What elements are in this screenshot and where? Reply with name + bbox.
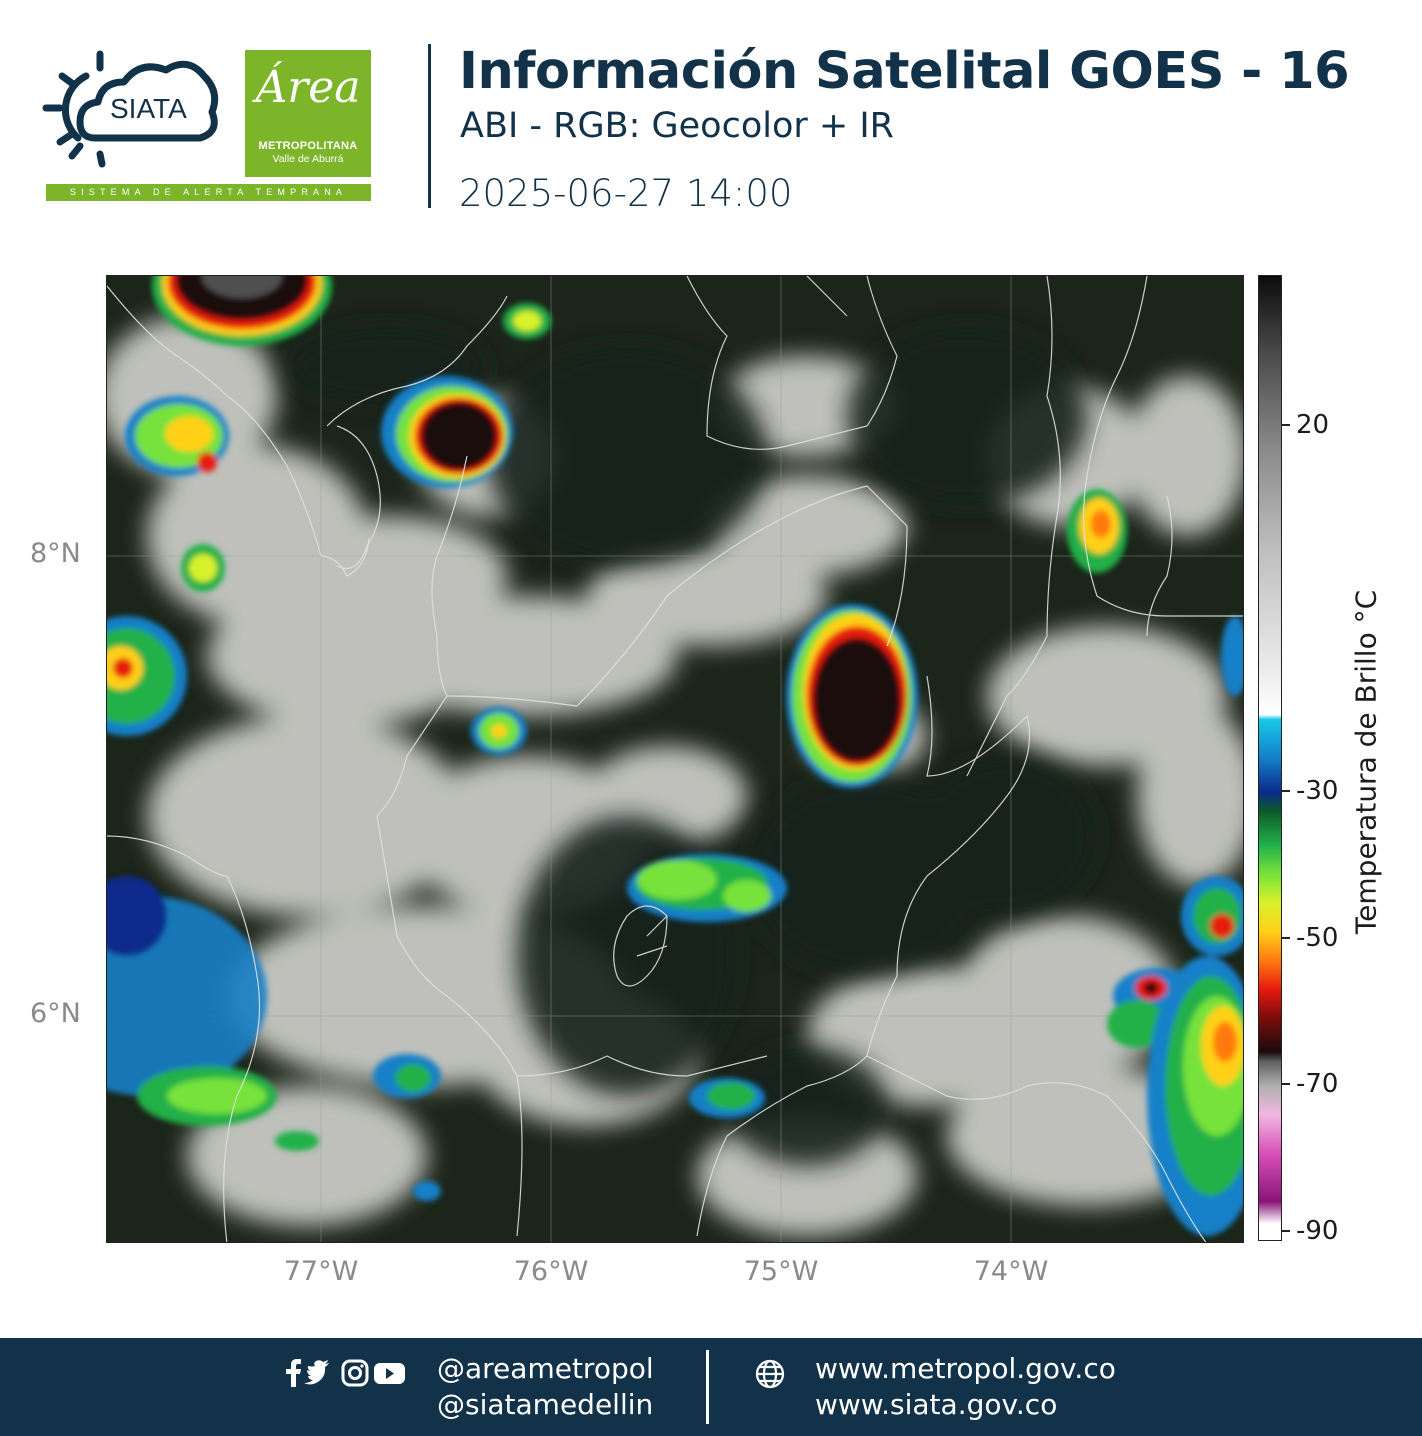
twitter-icon — [304, 1360, 329, 1385]
storm-cell-bottom-center — [689, 1078, 765, 1118]
storm-cell-middle-band — [627, 854, 787, 922]
sun-icon — [42, 50, 106, 168]
colorbar-tick-minus30 — [1282, 790, 1290, 792]
social-icons — [286, 1359, 405, 1387]
colorbar-tick-minus50 — [1282, 937, 1290, 939]
area-logo-line2: Valle de Aburrá — [272, 153, 344, 165]
colorbar-label-minus30: -30 — [1296, 776, 1339, 806]
longitude-label-75w: 75°W — [743, 1256, 819, 1287]
storm-cell-small-mid — [471, 707, 527, 755]
area-logo-line1: METROPOLITANA — [258, 140, 358, 152]
colorbar-label-minus70: -70 — [1296, 1069, 1339, 1099]
page-subtitle: ABI - RGB: Geocolor + IR — [460, 106, 894, 146]
instagram-dot — [360, 1364, 364, 1368]
colorbar-label-minus50: -50 — [1296, 923, 1339, 953]
longitude-label-74w: 74°W — [973, 1256, 1049, 1287]
temperature-colorbar — [1258, 275, 1282, 1241]
colorbar-label-20: 20 — [1296, 410, 1330, 440]
globe-icon — [755, 1359, 785, 1389]
instagram-icon — [341, 1359, 369, 1387]
footer-divider — [706, 1350, 709, 1424]
header-divider — [428, 44, 431, 208]
area-metropolitana-logo: Área METROPOLITANA Valle de Aburrá — [245, 50, 371, 177]
colorbar-tick-minus70 — [1282, 1083, 1290, 1085]
area-logo-script: Área — [255, 62, 361, 113]
footer: @areametropol @siatamedellin www.metropo… — [0, 1338, 1422, 1436]
url-siata[interactable]: www.siata.gov.co — [815, 1388, 1057, 1421]
page-title: Información Satelital GOES - 16 — [459, 42, 1350, 101]
handle-areametropol[interactable]: @areametropol — [437, 1352, 654, 1385]
storm-cell-upper-center — [381, 376, 513, 488]
colorbar-title: Temperatura de Brillo °C — [1349, 589, 1383, 935]
url-metropol[interactable]: www.metropol.gov.co — [815, 1352, 1116, 1385]
siata-logo: SIATA — [40, 46, 230, 196]
colorbar-label-minus90: -90 — [1296, 1216, 1339, 1246]
storm-cell-small-top — [503, 303, 551, 339]
youtube-icon — [374, 1363, 405, 1384]
storm-cell-right-upper — [1067, 489, 1127, 573]
storm-cell-central — [786, 604, 918, 788]
handle-siatamedellin[interactable]: @siatamedellin — [437, 1388, 653, 1421]
image-datetime: 2025-06-27 14:00 — [459, 172, 793, 215]
storm-cell-left-upper — [125, 396, 229, 476]
colorbar-tick-minus90 — [1282, 1230, 1290, 1232]
colorbar-tick-20 — [1282, 424, 1290, 426]
satellite-map[interactable] — [106, 275, 1244, 1243]
satellite-imagery — [107, 276, 1243, 1242]
alert-system-banner: SISTEMA DE ALERTA TEMPRANA — [46, 184, 371, 201]
latitude-label-8n: 8°N — [30, 538, 81, 569]
longitude-label-76w: 76°W — [513, 1256, 589, 1287]
longitude-label-77w: 77°W — [283, 1256, 359, 1287]
svg-text:SIATA: SIATA — [110, 93, 187, 124]
latitude-label-6n: 6°N — [30, 998, 81, 1029]
facebook-icon — [286, 1359, 301, 1387]
